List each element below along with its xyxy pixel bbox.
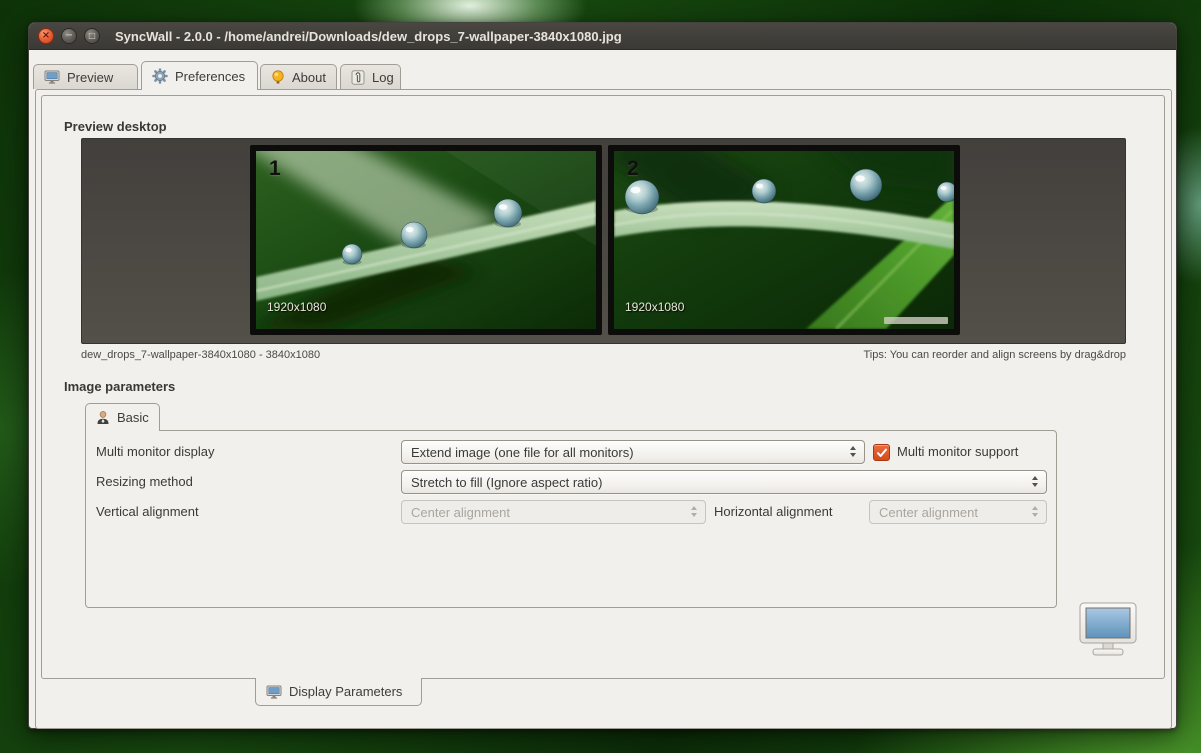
syncwall-window: × − □ SyncWall - 2.0.0 - /home/andrei/Do… — [28, 22, 1177, 729]
horizontal-alignment-select[interactable]: Center alignment — [869, 500, 1047, 524]
monitor-2-resolution: 1920x1080 — [625, 300, 684, 314]
spinner-arrows-icon — [691, 506, 697, 517]
horizontal-alignment-value: Center alignment — [879, 505, 978, 520]
titlebar[interactable]: × − □ SyncWall - 2.0.0 - /home/andrei/Do… — [29, 23, 1176, 50]
desktop-wallpaper: × − □ SyncWall - 2.0.0 - /home/andrei/Do… — [0, 0, 1201, 753]
tab-log-label: Log — [372, 70, 394, 85]
minimize-button[interactable]: − — [61, 28, 77, 44]
paperclip-icon — [351, 70, 365, 85]
tab-basic-label: Basic — [117, 410, 149, 425]
spinner-arrows-icon — [1032, 506, 1038, 517]
tab-preview-label: Preview — [67, 70, 113, 85]
bulb-icon — [271, 70, 285, 85]
basic-person-icon — [96, 410, 110, 425]
horizontal-alignment-label: Horizontal alignment — [714, 500, 833, 524]
wallpaper-file-label: dew_drops_7-wallpaper-3840x1080 - 3840x1… — [81, 349, 320, 361]
multi-monitor-display-label: Multi monitor display — [96, 440, 215, 464]
display-monitor-icon — [1077, 601, 1139, 664]
monitor-2-number: 2 — [627, 157, 639, 181]
desktop-preview-area[interactable]: 1 1920x1080 — [81, 138, 1126, 344]
minimize-icon: − — [65, 31, 73, 41]
window-title: SyncWall - 2.0.0 - /home/andrei/Download… — [115, 29, 622, 44]
monitor-1-resolution: 1920x1080 — [267, 300, 326, 314]
spinner-arrows-icon — [850, 446, 856, 457]
tab-basic[interactable]: Basic — [85, 403, 160, 431]
tab-preview[interactable]: Preview — [33, 64, 138, 89]
image-parameters-heading: Image parameters — [64, 379, 175, 394]
multi-monitor-display-select[interactable]: Extend image (one file for all monitors) — [401, 440, 865, 464]
gear-icon — [152, 68, 168, 84]
tab-about[interactable]: About — [260, 64, 337, 89]
maximize-button[interactable]: □ — [84, 28, 100, 44]
multi-monitor-support-checkbox[interactable] — [873, 444, 890, 461]
tab-display-parameters-label: Display Parameters — [289, 684, 402, 699]
monitor-icon — [44, 70, 60, 84]
resizing-method-select[interactable]: Stretch to fill (Ignore aspect ratio) — [401, 470, 1047, 494]
spinner-arrows-icon — [1032, 476, 1038, 487]
monitor-preview-2[interactable]: 2 1920x1080 — [608, 145, 960, 335]
tab-display-parameters[interactable]: Display Parameters — [255, 678, 422, 706]
vertical-alignment-select[interactable]: Center alignment — [401, 500, 706, 524]
multi-monitor-support-label: Multi monitor support — [897, 440, 1018, 464]
tab-preferences[interactable]: Preferences — [141, 61, 258, 90]
wallpaper-watermark — [884, 317, 948, 324]
monitor-preview-1[interactable]: 1 1920x1080 — [250, 145, 602, 335]
monitor-icon — [266, 685, 282, 699]
close-icon: × — [42, 31, 50, 41]
dragdrop-tips-label: Tips: You can reorder and align screens … — [863, 349, 1126, 361]
maximize-icon: □ — [88, 32, 96, 40]
multi-monitor-display-value: Extend image (one file for all monitors) — [411, 445, 634, 460]
close-button[interactable]: × — [38, 28, 54, 44]
tab-preferences-label: Preferences — [175, 69, 245, 84]
resizing-method-value: Stretch to fill (Ignore aspect ratio) — [411, 475, 602, 490]
resizing-method-label: Resizing method — [96, 470, 193, 494]
monitor-1-number: 1 — [269, 157, 281, 181]
tab-about-label: About — [292, 70, 326, 85]
vertical-alignment-label: Vertical alignment — [96, 500, 199, 524]
tab-log[interactable]: Log — [340, 64, 401, 89]
checkmark-icon — [876, 447, 888, 459]
vertical-alignment-value: Center alignment — [411, 505, 510, 520]
preview-desktop-heading: Preview desktop — [64, 119, 167, 134]
